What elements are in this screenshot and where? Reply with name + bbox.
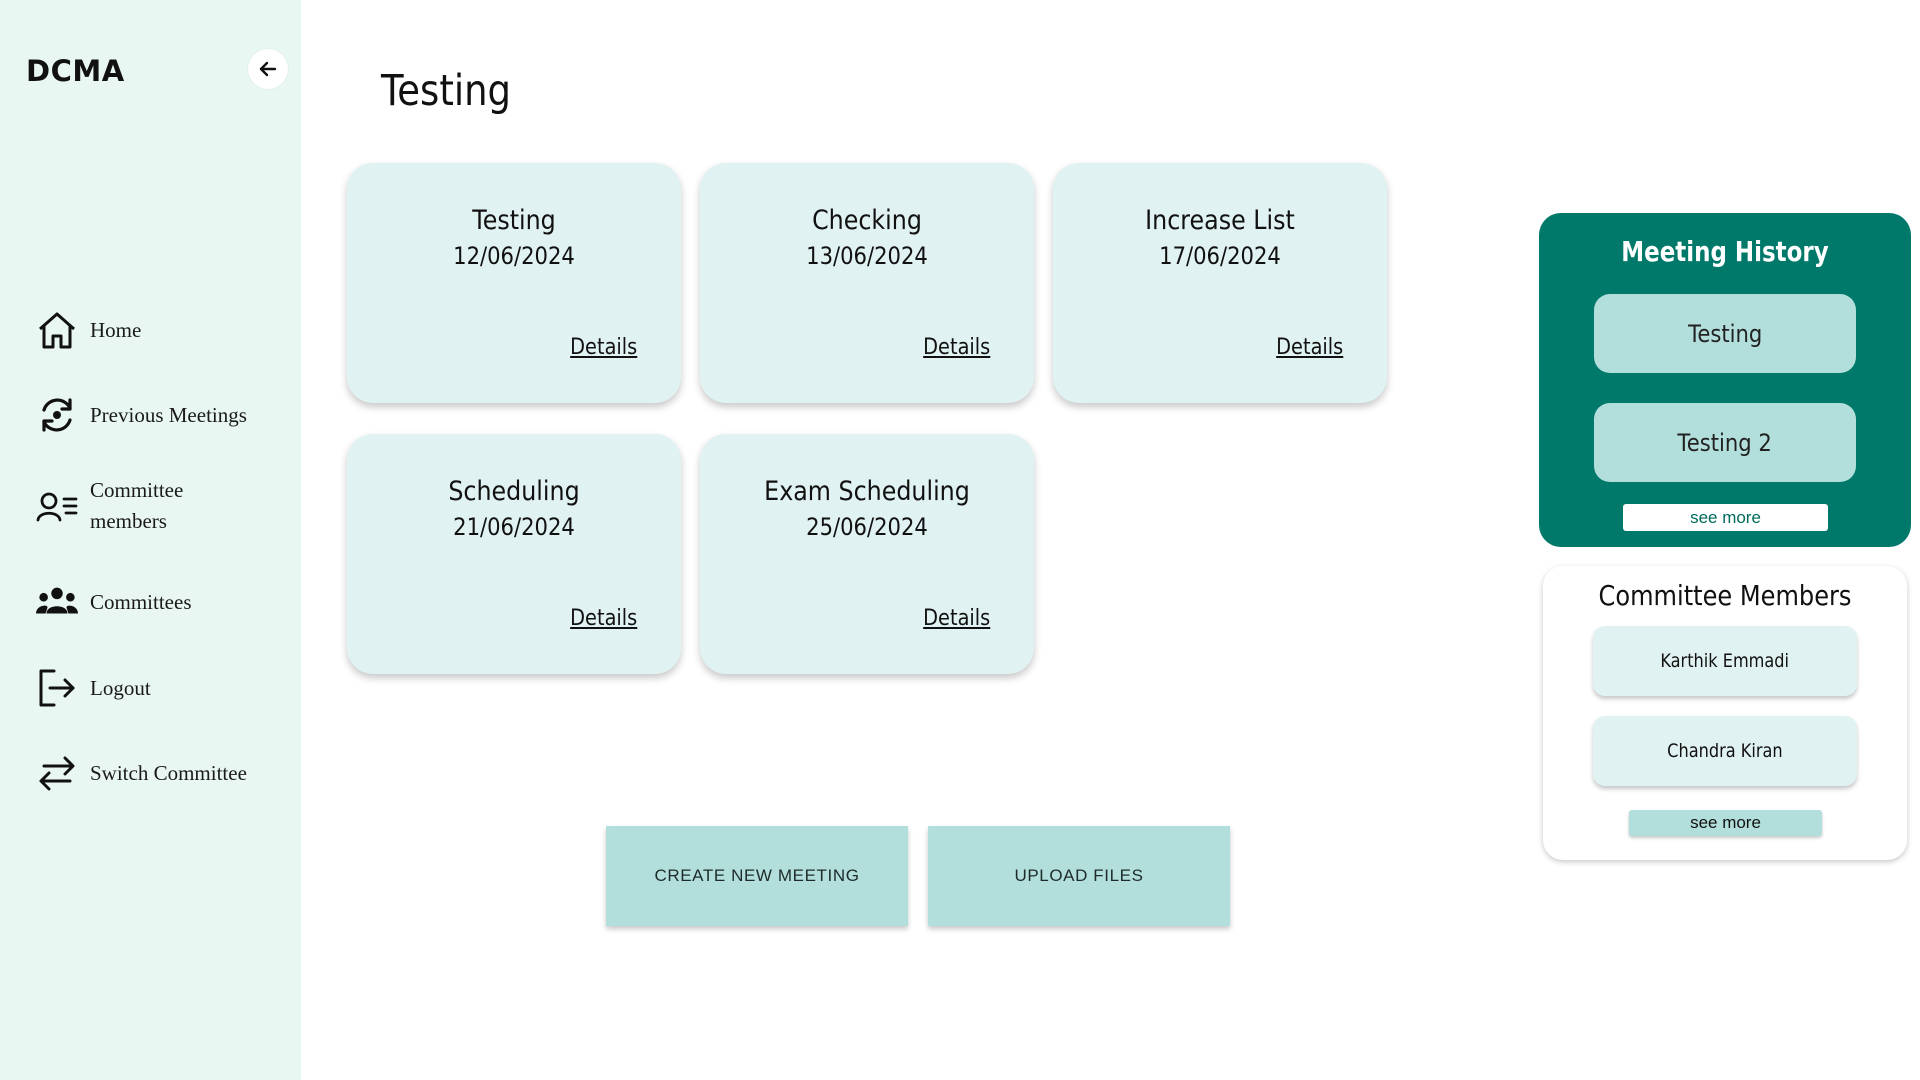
meeting-date: 12/06/2024 bbox=[453, 242, 575, 270]
meeting-card: Exam Scheduling 25/06/2024 Details bbox=[700, 434, 1034, 674]
committee-member-item[interactable]: Karthik Emmadi bbox=[1593, 626, 1857, 696]
committee-member-item[interactable]: Chandra Kiran bbox=[1593, 716, 1857, 786]
details-link[interactable]: Details bbox=[923, 335, 990, 360]
sidebar-item-label: Logout bbox=[90, 675, 151, 700]
meeting-card: Testing 12/06/2024 Details bbox=[347, 163, 681, 403]
meeting-history-title: Meeting History bbox=[1621, 235, 1829, 268]
details-link[interactable]: Details bbox=[923, 606, 990, 631]
create-meeting-button[interactable]: CREATE NEW MEETING bbox=[606, 826, 908, 926]
meeting-card: Checking 13/06/2024 Details bbox=[700, 163, 1034, 403]
meeting-title: Checking bbox=[812, 205, 922, 236]
committee-members-panel: Committee Members Karthik Emmadi Chandra… bbox=[1543, 566, 1907, 860]
meeting-history-see-more-button[interactable]: see more bbox=[1623, 504, 1828, 531]
meeting-date: 21/06/2024 bbox=[453, 513, 575, 541]
upload-files-button[interactable]: UPLOAD FILES bbox=[928, 826, 1230, 926]
meeting-title: Increase List bbox=[1145, 205, 1295, 236]
sidebar-item-label: Previous Meetings bbox=[90, 402, 247, 427]
home-icon bbox=[36, 309, 78, 351]
details-link[interactable]: Details bbox=[570, 335, 637, 360]
meeting-date: 13/06/2024 bbox=[806, 242, 928, 270]
committee-member-name: Chandra Kiran bbox=[1667, 740, 1783, 762]
details-link[interactable]: Details bbox=[570, 606, 637, 631]
committee-member-name: Karthik Emmadi bbox=[1660, 650, 1790, 672]
arrow-left-icon bbox=[259, 61, 277, 77]
sidebar-item-label: Committees bbox=[90, 589, 192, 614]
committee-members-icon bbox=[36, 485, 78, 527]
meeting-date: 17/06/2024 bbox=[1159, 242, 1281, 270]
sidebar-item-label: Home bbox=[90, 317, 142, 342]
previous-meetings-icon bbox=[36, 394, 78, 436]
details-link[interactable]: Details bbox=[1276, 335, 1343, 360]
switch-icon bbox=[36, 752, 78, 794]
sidebar-item-label: Switch Committee bbox=[90, 760, 247, 785]
committee-members-see-more-button[interactable]: see more bbox=[1629, 810, 1822, 836]
logout-icon bbox=[36, 667, 78, 709]
meeting-date: 25/06/2024 bbox=[806, 513, 928, 541]
sidebar-item-label: Committee members bbox=[90, 478, 184, 533]
meeting-history-item-label: Testing 2 bbox=[1677, 428, 1773, 457]
sidebar-item-committees[interactable]: Committees bbox=[36, 581, 286, 623]
meeting-title: Exam Scheduling bbox=[764, 476, 970, 507]
committees-icon bbox=[36, 581, 78, 623]
meeting-history-item[interactable]: Testing bbox=[1594, 294, 1856, 373]
sidebar-item-switch-committee[interactable]: Switch Committee bbox=[36, 752, 286, 794]
meeting-history-item[interactable]: Testing 2 bbox=[1594, 403, 1856, 482]
page-title: Testing bbox=[381, 66, 512, 116]
meeting-history-item-label: Testing bbox=[1687, 319, 1763, 348]
meeting-title: Testing bbox=[472, 205, 556, 236]
sidebar-item-previous-meetings[interactable]: Previous Meetings bbox=[36, 394, 286, 436]
meeting-card: Scheduling 21/06/2024 Details bbox=[347, 434, 681, 674]
meeting-history-panel: Meeting History Testing Testing 2 see mo… bbox=[1539, 213, 1911, 547]
collapse-sidebar-button[interactable] bbox=[248, 49, 288, 89]
committee-members-title: Committee Members bbox=[1598, 579, 1852, 612]
sidebar-item-home[interactable]: Home bbox=[36, 309, 286, 351]
sidebar: DCMA Home Previous Meetings Committee me… bbox=[0, 0, 301, 1080]
brand-logo: DCMA bbox=[26, 54, 125, 88]
meeting-title: Scheduling bbox=[448, 476, 580, 507]
sidebar-item-committee-members[interactable]: Committee members bbox=[36, 475, 286, 537]
meeting-card: Increase List 17/06/2024 Details bbox=[1053, 163, 1387, 403]
sidebar-item-logout[interactable]: Logout bbox=[36, 667, 286, 709]
